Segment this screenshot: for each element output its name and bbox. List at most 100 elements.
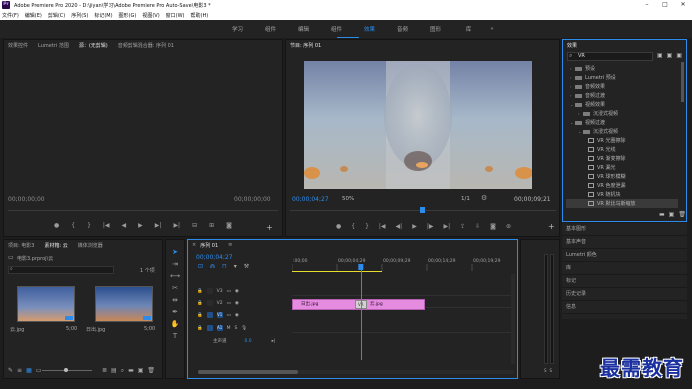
tab-bin[interactable]: 素材箱: 云 <box>44 242 67 249</box>
lift-icon[interactable]: ⇪ <box>460 223 465 230</box>
automate-to-sequence-icon[interactable]: ▤ <box>111 367 117 375</box>
timeline-vertical-scrollbar[interactable] <box>511 274 515 364</box>
menu-help[interactable]: 帮助(H) <box>191 12 209 19</box>
effects-folder-video-effects[interactable]: ⌄ 视频效果 <box>566 100 678 109</box>
zoom-slider-handle[interactable] <box>64 368 68 372</box>
tab-project[interactable]: 项目: 电影3 <box>8 242 34 249</box>
vr-view-icon[interactable]: ⊛ <box>506 223 511 230</box>
pen-tool-icon[interactable]: ✒ <box>170 307 181 318</box>
mark-in-icon[interactable]: { <box>351 223 355 230</box>
menu-window[interactable]: 窗口(W) <box>166 12 185 19</box>
program-timecode-current[interactable]: 00;00;04;27 <box>292 196 329 203</box>
menu-graphics[interactable]: 图形(G) <box>119 12 137 19</box>
lock-icon[interactable]: 🔒 <box>197 313 203 318</box>
effect-vr-light-rays[interactable]: VR 光线 <box>566 145 678 154</box>
play-icon[interactable]: ▶ <box>412 223 417 230</box>
freeform-view-icon[interactable]: ▭ <box>36 367 42 374</box>
selection-tool-icon[interactable]: ➤ <box>170 247 181 258</box>
tab-audio-clip-mixer[interactable]: 音频剪辑混合器: 序列 01 <box>118 42 174 49</box>
go-to-in-icon[interactable]: |◀ <box>379 223 386 230</box>
eye-icon[interactable]: ◉ <box>235 289 239 294</box>
voice-over-icon[interactable]: 🎙 <box>241 326 247 331</box>
effect-vr-light-leaks[interactable]: VR 漏光 <box>566 163 678 172</box>
add-marker-icon[interactable]: ● <box>54 222 59 229</box>
write-protect-icon[interactable]: ✎ <box>8 367 13 374</box>
add-marker-icon[interactable]: ● <box>336 223 341 230</box>
go-to-out-icon[interactable]: ▶| <box>173 222 180 229</box>
tab-media-browser[interactable]: 媒体浏览器 <box>78 242 103 249</box>
minimize-icon[interactable]: – <box>638 0 656 10</box>
list-view-icon[interactable]: ≡ <box>17 367 22 374</box>
effects-folder-immersive-transitions[interactable]: ⌄ 沉浸式视频 <box>566 127 678 136</box>
workspace-editing[interactable]: 编辑 <box>287 25 320 33</box>
lock-icon[interactable]: 🔒 <box>197 289 203 294</box>
overwrite-icon[interactable]: ⊞ <box>209 222 214 229</box>
mute-icon[interactable]: M <box>227 326 231 331</box>
linked-selection-icon[interactable]: ⊓ <box>222 263 227 270</box>
snap-icon[interactable]: ⋒ <box>210 263 215 270</box>
timeline-horizontal-scrollbar[interactable] <box>198 370 514 374</box>
panel-essential-graphics[interactable]: 基本图形 <box>562 223 687 236</box>
add-marker-icon[interactable]: ▾ <box>234 263 237 270</box>
mark-in-icon[interactable]: { <box>71 222 75 229</box>
effect-vr-mobius-zoom[interactable]: VR 默比乌斯缩放 <box>566 199 678 208</box>
workspace-libraries[interactable]: 库 <box>452 25 485 33</box>
workspace-effects[interactable]: 效果 <box>353 25 386 33</box>
go-to-out-icon[interactable]: ▶| <box>443 223 450 230</box>
clear-icon[interactable]: 🗑 <box>147 367 155 375</box>
play-icon[interactable]: ▶ <box>138 222 143 229</box>
panel-lumetri-color[interactable]: Lumetri 颜色 <box>562 249 687 262</box>
menu-clip[interactable]: 剪辑(C) <box>48 12 65 19</box>
master-volume-value[interactable]: 0.0 <box>245 339 252 344</box>
settings-wrench-icon[interactable]: ⚙ <box>481 194 487 202</box>
effects-folder-audio-effects[interactable]: › 音频效果 <box>566 82 678 91</box>
solo-right-icon[interactable]: S <box>550 368 553 373</box>
step-back-icon[interactable]: ◀ <box>122 222 127 229</box>
thumbnail-sunrise[interactable] <box>95 286 153 322</box>
yuv-effects-icon[interactable]: ▣ <box>676 52 682 59</box>
program-add-button-icon[interactable]: + <box>548 222 555 231</box>
sync-lock-icon[interactable]: ▭ <box>227 301 231 306</box>
panel-libraries[interactable]: 库 <box>562 262 687 275</box>
track-target-a1[interactable] <box>206 325 213 331</box>
export-frame-icon[interactable]: ◙ <box>490 223 496 230</box>
source-timecode-left[interactable]: 00;00;00;00 <box>8 196 45 203</box>
effects-scrollbar[interactable] <box>681 62 684 102</box>
extract-icon[interactable]: ⇩ <box>475 223 480 230</box>
sync-lock-icon[interactable]: ▭ <box>227 289 231 294</box>
menu-view[interactable]: 视图(V) <box>142 12 159 19</box>
panel-info[interactable]: 信息 <box>562 301 687 314</box>
workspace-learn[interactable]: 学习 <box>221 25 254 33</box>
track-select-tool-icon[interactable]: ⇥ <box>170 259 181 270</box>
new-bin-icon[interactable]: ▬ <box>659 211 665 218</box>
work-area-bar[interactable] <box>292 271 382 272</box>
eye-icon[interactable]: ◉ <box>235 313 239 318</box>
timeline-timecode[interactable]: 00;00;04;27 <box>196 254 233 261</box>
lock-icon[interactable]: 🔒 <box>197 326 203 331</box>
icon-view-icon[interactable]: ▦ <box>26 367 32 374</box>
step-forward-icon[interactable]: |▶ <box>427 223 434 230</box>
effect-vr-random-blocks[interactable]: VR 随机块 <box>566 190 678 199</box>
source-add-button-icon[interactable]: + <box>266 223 273 232</box>
timeline-scroll-thumb[interactable] <box>198 370 298 374</box>
timeline-ruler[interactable]: :00;00 00;00;04;29 00;00;09;29 00;00;14;29 0… <box>292 254 514 272</box>
nest-icon[interactable]: ⊡ <box>198 263 203 270</box>
menu-sequence[interactable]: 序列(S) <box>71 12 88 19</box>
track-target-v1[interactable] <box>206 312 213 318</box>
program-playhead[interactable] <box>420 207 425 213</box>
tab-effect-controls[interactable]: 效果控件 <box>8 42 28 49</box>
close-icon[interactable]: ✕ <box>674 0 692 10</box>
timeline-close-icon[interactable]: × <box>192 242 196 248</box>
workspace-audio[interactable]: 音频 <box>386 25 419 33</box>
thumbnail-cloud[interactable] <box>17 286 75 322</box>
track-target-v3[interactable] <box>206 288 213 294</box>
solo-left-icon[interactable]: S <box>544 368 547 373</box>
track-label-a1[interactable]: A1 <box>216 325 223 331</box>
panel-essential-sound[interactable]: 基本声音 <box>562 236 687 249</box>
eye-icon[interactable]: ◉ <box>235 301 239 306</box>
track-label-v1[interactable]: V1 <box>216 312 223 318</box>
effects-folder-immersive-video[interactable]: › 沉浸式视频 <box>566 109 678 118</box>
timeline-menu-icon[interactable]: ≡ <box>228 242 232 248</box>
insert-icon[interactable]: ⊟ <box>192 222 197 229</box>
panel-markers[interactable]: 标记 <box>562 275 687 288</box>
